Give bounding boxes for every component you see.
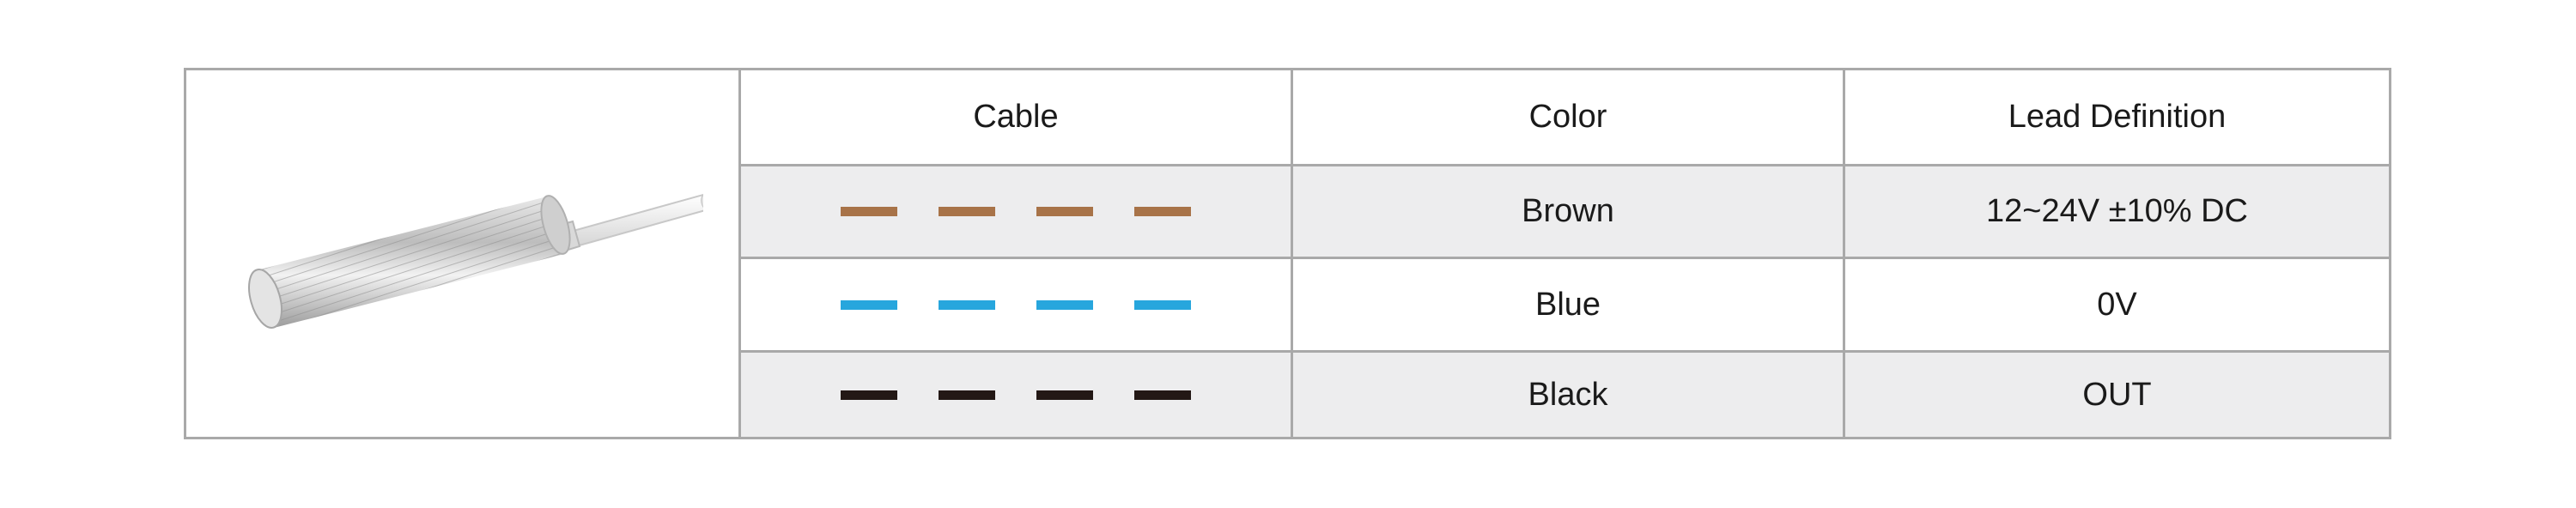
wire-dash bbox=[841, 299, 897, 310]
header-lead-definition-label: Lead Definition bbox=[2008, 99, 2227, 135]
header-lead-definition: Lead Definition bbox=[1843, 70, 2389, 164]
lead-definition: OUT bbox=[2082, 376, 2152, 413]
wire-dash bbox=[1036, 390, 1093, 400]
lead-definition: 12~24V ±10% DC bbox=[1986, 193, 2248, 229]
table-row-brown-cable bbox=[738, 164, 1291, 257]
product-image-cell bbox=[186, 70, 738, 437]
table-row-blue-lead: 0V bbox=[1843, 257, 2389, 350]
header-cable: Cable bbox=[738, 70, 1291, 164]
wire-dash bbox=[939, 207, 995, 216]
wire-dash bbox=[1134, 390, 1191, 400]
table-row-brown-color: Brown bbox=[1291, 164, 1843, 257]
cylindrical-proximity-sensor-icon bbox=[247, 193, 703, 329]
color-name: Blue bbox=[1534, 286, 1601, 323]
wire-dash bbox=[1036, 207, 1093, 216]
wire-dash bbox=[841, 390, 897, 400]
color-name: Black bbox=[1528, 376, 1608, 413]
black-wire-swatch bbox=[841, 390, 1191, 400]
table-row-brown-lead: 12~24V ±10% DC bbox=[1843, 164, 2389, 257]
table-row-blue-color: Blue bbox=[1291, 257, 1843, 350]
wire-dash bbox=[1036, 299, 1093, 310]
table-row-black-color: Black bbox=[1291, 350, 1843, 437]
header-color-label: Color bbox=[1528, 99, 1607, 135]
blue-wire-swatch bbox=[841, 299, 1191, 310]
wire-dash bbox=[1134, 207, 1191, 216]
wire-dash bbox=[1134, 299, 1191, 310]
wire-dash bbox=[841, 207, 897, 216]
table-row-black-lead: OUT bbox=[1843, 350, 2389, 437]
header-cable-label: Cable bbox=[973, 99, 1059, 135]
lead-definition: 0V bbox=[2097, 286, 2137, 323]
header-color: Color bbox=[1291, 70, 1843, 164]
table-row-blue-cable bbox=[738, 257, 1291, 350]
table-row-black-cable bbox=[738, 350, 1291, 437]
brown-wire-swatch bbox=[841, 207, 1191, 216]
color-name: Brown bbox=[1522, 193, 1614, 229]
wire-dash bbox=[939, 299, 995, 310]
wire-dash bbox=[939, 390, 995, 400]
wiring-spec-table: Cable Color Lead Definition Brown 12~24V… bbox=[184, 68, 2391, 439]
